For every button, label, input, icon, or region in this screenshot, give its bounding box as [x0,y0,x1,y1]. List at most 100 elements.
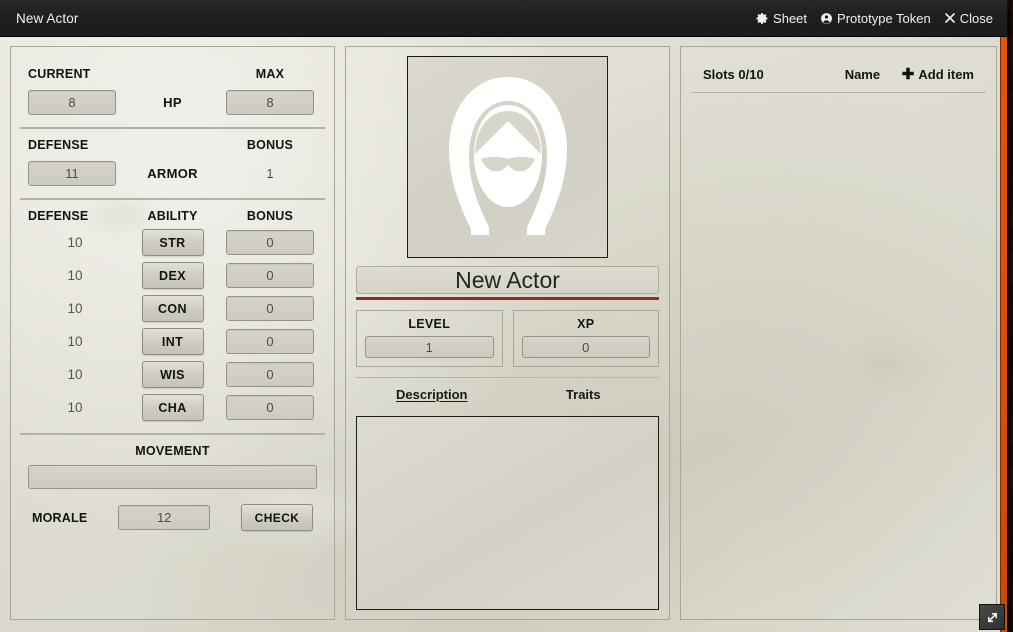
level-xp-row: LEVEL XP [355,310,660,367]
armor-values: ARMOR 1 [28,161,317,186]
close-label: Close [959,10,993,26]
actor-name-input[interactable] [356,266,659,294]
close-icon [944,12,956,24]
movement-input[interactable] [28,465,317,489]
name-underline [356,297,659,300]
ability-bonus-wrap-con [223,296,317,321]
tabs-divider [356,377,659,378]
abilities-defense-header: DEFENSE [28,209,89,223]
ability-defense-str: 10 [67,235,83,250]
actor-sheet-window: New Actor Sheet Prototype Token Close CU… [0,0,1007,632]
ability-bonus-wrap-wis [223,362,317,387]
plus-icon: ✚ [901,66,915,83]
ability-row: 10 WIS [28,361,317,388]
ability-bonus-input-wis[interactable] [226,362,314,387]
ability-bonus-input-cha[interactable] [226,395,314,420]
sheet-body: CURRENT MAX HP DEFENSE [0,37,1007,632]
description-editor[interactable] [356,416,659,610]
ability-bonus-input-int[interactable] [226,329,314,354]
hp-block: CURRENT MAX HP [20,55,325,129]
armor-defense-header: DEFENSE [28,138,89,152]
ability-bonus-input-dex[interactable] [226,263,314,288]
ability-defense-dex: 10 [67,268,83,283]
stats-column: CURRENT MAX HP DEFENSE [10,46,335,620]
inventory-column: Slots 0/10 Name ✚ Add item [680,46,997,620]
xp-label: XP [577,317,595,331]
inventory-name-header: Name [844,67,881,82]
ability-row: 10 INT [28,328,317,355]
gear-icon [756,12,769,25]
abilities-bonus-header: BONUS [246,209,294,223]
hp-values: HP [28,90,317,115]
morale-check-button[interactable]: CHECK [241,504,313,531]
actor-portrait[interactable] [407,56,608,258]
ability-bonus-wrap-cha [223,395,317,420]
tab-description[interactable]: Description [356,387,508,404]
hp-max-header: MAX [255,67,285,81]
ability-button-con[interactable]: CON [141,295,204,322]
ability-button-dex[interactable]: DEX [141,262,204,289]
armor-label: ARMOR [147,166,198,181]
armor-bonus-value: 1 [266,166,274,181]
hp-current-header: CURRENT [28,67,91,81]
ability-defense-con: 10 [67,301,83,316]
inventory-item-list [691,93,986,133]
hp-current-input[interactable] [28,90,116,115]
window-title: New Actor [16,10,79,26]
hp-current-wrap [28,90,122,115]
ability-button-int[interactable]: INT [141,328,204,355]
ability-bonus-wrap-int [223,329,317,354]
morale-label: MORALE [32,510,88,525]
ability-button-str[interactable]: STR [141,229,204,256]
abilities-ability-header: ABILITY [147,209,198,223]
level-input[interactable] [365,336,494,358]
ability-bonus-wrap-dex [223,263,317,288]
ability-defense-int: 10 [67,334,83,349]
ability-bonus-input-str[interactable] [226,230,314,255]
armor-headers: DEFENSE BONUS [28,138,317,152]
window-scroll-accent[interactable] [1000,37,1007,632]
hp-max-input[interactable] [226,90,314,115]
level-label: LEVEL [408,317,451,331]
movement-block: MOVEMENT MORALE CHECK [20,435,325,543]
close-button[interactable]: Close [944,11,993,26]
add-item-button[interactable]: ✚ Add item [902,67,974,82]
hp-label: HP [163,95,182,110]
user-circle-icon [820,12,833,25]
movement-label: MOVEMENT [135,444,210,458]
sheet-config-button[interactable]: Sheet [756,11,807,26]
ability-bonus-wrap-str [223,230,317,255]
level-box: LEVEL [356,310,503,367]
sheet-tabs: Description Traits [355,387,660,404]
armor-bonus-header: BONUS [246,138,294,152]
armor-block: DEFENSE BONUS ARMOR 1 [20,129,325,200]
hp-max-wrap [223,90,317,115]
ability-row: 10 STR [28,229,317,256]
ability-defense-wis: 10 [67,367,83,382]
ability-row: 10 CON [28,295,317,322]
add-item-label: Add item [918,67,974,82]
tab-traits[interactable]: Traits [508,387,660,404]
prototype-token-button[interactable]: Prototype Token [820,11,931,26]
ability-button-wis[interactable]: WIS [141,361,204,388]
ability-defense-cha: 10 [67,400,83,415]
morale-input[interactable] [118,505,211,530]
ability-button-cha[interactable]: CHA [141,394,204,421]
hp-headers: CURRENT MAX [28,67,317,81]
inventory-header: Slots 0/10 Name ✚ Add item [691,55,986,93]
prototype-token-label: Prototype Token [837,10,931,26]
window-title-bar[interactable]: New Actor Sheet Prototype Token Close [0,0,1007,37]
ability-row: 10 DEX [28,262,317,289]
armor-defense-input[interactable] [28,161,116,186]
xp-box: XP [512,310,659,367]
profile-column: LEVEL XP Description Traits [345,46,670,620]
resize-handle[interactable] [979,604,1005,630]
abilities-headers: DEFENSE ABILITY BONUS [28,209,317,223]
hooded-figure-icon [433,71,583,244]
armor-defense-wrap [28,161,122,186]
morale-row: MORALE CHECK [28,504,317,531]
window-controls: Sheet Prototype Token Close [756,11,993,26]
xp-input[interactable] [521,336,650,358]
ability-bonus-input-con[interactable] [226,296,314,321]
ability-row: 10 CHA [28,394,317,421]
